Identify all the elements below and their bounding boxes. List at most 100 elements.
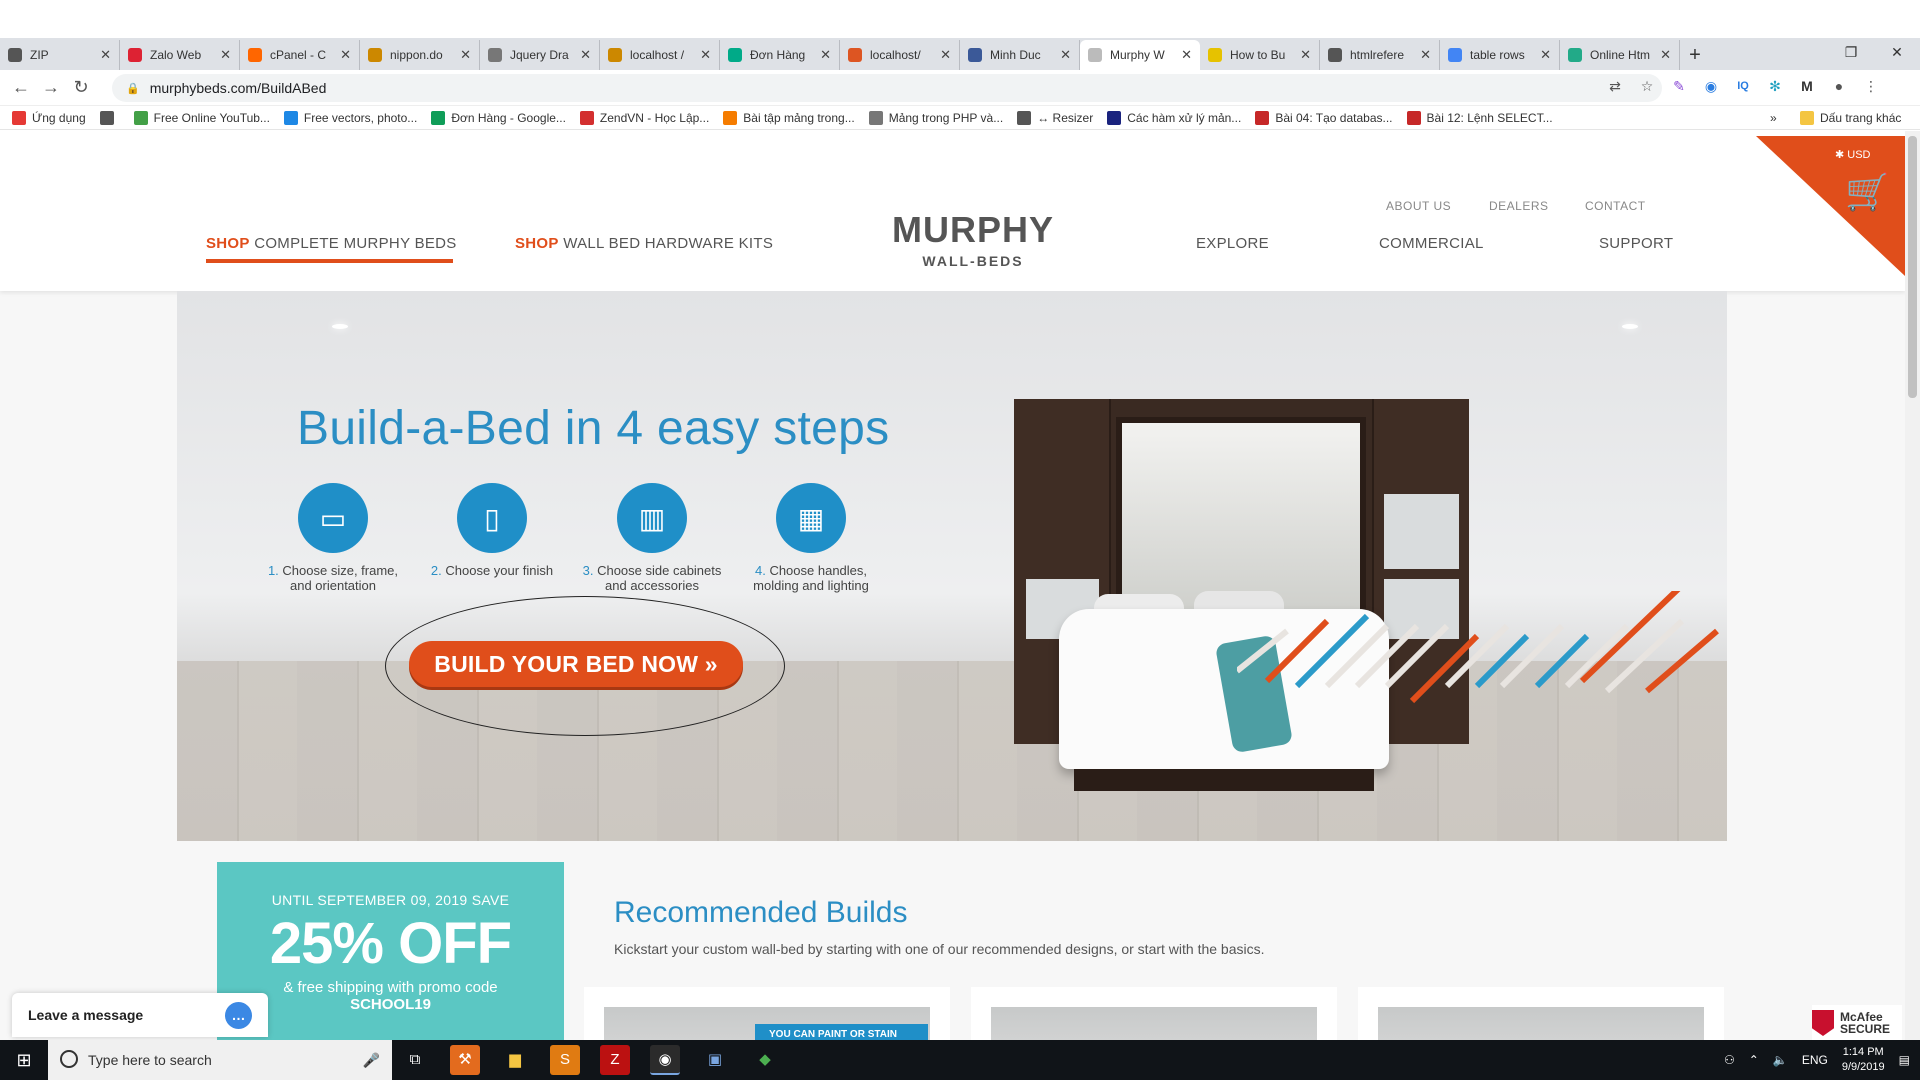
- browser-tab[interactable]: ZIP ✕: [0, 40, 120, 70]
- reload-icon[interactable]: ↻: [66, 77, 96, 98]
- tabs-container: ZIP ✕ Zalo Web ✕ cPanel - C ✕ nippon.do ✕ Jquery…: [0, 40, 1680, 70]
- tab-close-icon[interactable]: ✕: [700, 47, 711, 63]
- chrome-icon[interactable]: ◉: [650, 1045, 680, 1075]
- chat-bubble-icon[interactable]: …: [225, 1002, 252, 1029]
- tab-close-icon[interactable]: ✕: [1300, 47, 1311, 63]
- chat-widget[interactable]: Leave a message …: [12, 993, 268, 1037]
- tab-close-icon[interactable]: ✕: [940, 47, 951, 63]
- people-icon[interactable]: ⚇: [1724, 1053, 1735, 1067]
- browser-tab[interactable]: localhost/ ✕: [840, 40, 960, 70]
- bookmark-item[interactable]: ↔ Resizer: [1017, 110, 1093, 125]
- browser-tab[interactable]: Zalo Web ✕: [120, 40, 240, 70]
- murphy-logo[interactable]: MURPHY WALL-BEDS: [868, 209, 1078, 289]
- bookmark-item[interactable]: [99, 110, 120, 125]
- currency-selector[interactable]: ✱ USD: [1835, 148, 1871, 161]
- tab-close-icon[interactable]: ✕: [460, 47, 471, 63]
- nav-contact[interactable]: CONTACT: [1585, 199, 1646, 213]
- new-tab-button[interactable]: +: [1680, 40, 1710, 70]
- cart-icon[interactable]: 🛒: [1845, 171, 1890, 213]
- tab-close-icon[interactable]: ✕: [1660, 47, 1671, 63]
- notifications-icon[interactable]: ▤: [1899, 1053, 1910, 1067]
- build-your-bed-button[interactable]: BUILD YOUR BED NOW »: [409, 641, 743, 687]
- tab-close-icon[interactable]: ✕: [1420, 47, 1431, 63]
- promo-line1: UNTIL SEPTEMBER 09, 2019 SAVE: [271, 892, 510, 908]
- nav-shop-hardware-kits[interactable]: SHOP WALL BED HARDWARE KITS: [515, 235, 773, 252]
- bookmark-star-icon[interactable]: ☆: [1637, 76, 1657, 96]
- tab-close-icon[interactable]: ✕: [1060, 47, 1071, 63]
- tab-close-icon[interactable]: ✕: [100, 47, 111, 63]
- other-bookmarks[interactable]: Dấu trang khác: [1800, 110, 1901, 125]
- sublime-text-icon[interactable]: S: [550, 1045, 580, 1075]
- volume-icon[interactable]: 🔈: [1773, 1053, 1788, 1067]
- step-3[interactable]: ▥ 3. Choose side cabinets and accessories: [577, 483, 727, 593]
- url-text: murphybeds.com/BuildABed: [149, 80, 327, 96]
- tab-close-icon[interactable]: ✕: [580, 47, 591, 63]
- browser-tab[interactable]: localhost / ✕: [600, 40, 720, 70]
- nav-support[interactable]: SUPPORT: [1599, 235, 1673, 252]
- bookmarks-overflow[interactable]: »: [1770, 111, 1777, 125]
- browser-tab[interactable]: htmlrefere ✕: [1320, 40, 1440, 70]
- language-indicator[interactable]: ENG: [1802, 1053, 1828, 1067]
- translate-icon[interactable]: ⇄: [1605, 76, 1625, 96]
- bookmark-item[interactable]: Các hàm xử lý mản...: [1107, 110, 1241, 125]
- taskbar-search[interactable]: Type here to search 🎤: [48, 1040, 392, 1080]
- bookmark-item[interactable]: Free Online YouTub...: [133, 110, 270, 125]
- clock[interactable]: 1:14 PM 9/9/2019: [1842, 1045, 1885, 1075]
- xampp-icon[interactable]: ⚒: [450, 1045, 480, 1075]
- file-explorer-icon[interactable]: ▆: [500, 1045, 530, 1075]
- windows-start-icon[interactable]: ⊞: [0, 1040, 48, 1080]
- bookmark-item[interactable]: Bài 04: Tạo databas...: [1255, 110, 1393, 125]
- tab-close-icon[interactable]: ✕: [340, 47, 351, 63]
- back-icon[interactable]: ←: [6, 77, 36, 98]
- microphone-icon[interactable]: 🎤: [363, 1052, 380, 1069]
- restore-button[interactable]: ❐: [1828, 38, 1874, 66]
- app-icon[interactable]: ◆: [750, 1045, 780, 1075]
- scrollbar-thumb[interactable]: [1908, 136, 1917, 398]
- iq-extension-icon[interactable]: IQ: [1733, 76, 1753, 96]
- close-window-button[interactable]: ✕: [1874, 38, 1920, 66]
- browser-tab[interactable]: How to Bu ✕: [1200, 40, 1320, 70]
- browser-tab[interactable]: table rows ✕: [1440, 40, 1560, 70]
- browser-tab[interactable]: Minh Duc ✕: [960, 40, 1080, 70]
- nav-explore[interactable]: EXPLORE: [1196, 235, 1269, 252]
- nav-about-us[interactable]: ABOUT US: [1386, 199, 1451, 213]
- profile-avatar-icon[interactable]: ●: [1829, 76, 1849, 96]
- bookmark-item[interactable]: Mảng trong PHP và...: [868, 110, 1003, 125]
- browser-tab[interactable]: Đơn Hàng ✕: [720, 40, 840, 70]
- bookmark-item[interactable]: Bài tập mảng trong...: [723, 110, 855, 125]
- browser-tab[interactable]: Murphy W ✕: [1080, 40, 1200, 70]
- bookmark-item[interactable]: ZendVN - Học Lập...: [579, 110, 709, 125]
- address-bar[interactable]: 🔒 murphybeds.com/BuildABed: [112, 74, 1662, 102]
- nav-commercial[interactable]: COMMERCIAL: [1379, 235, 1484, 252]
- browser-tab[interactable]: Online Htm ✕: [1560, 40, 1680, 70]
- step-4[interactable]: ▦ 4. Choose handles, molding and lighting: [736, 483, 886, 593]
- tab-close-icon[interactable]: ✕: [220, 47, 231, 63]
- react-extension-icon[interactable]: ✻: [1765, 76, 1785, 96]
- bookmark-item[interactable]: Đơn Hàng - Google...: [431, 110, 566, 125]
- task-view-icon[interactable]: ⧉: [400, 1045, 430, 1075]
- browser-tab[interactable]: nippon.do ✕: [360, 40, 480, 70]
- browser-tab[interactable]: cPanel - C ✕: [240, 40, 360, 70]
- tab-close-icon[interactable]: ✕: [820, 47, 831, 63]
- show-hidden-icons[interactable]: ⌃: [1749, 1053, 1759, 1067]
- filezilla-icon[interactable]: Z: [600, 1045, 630, 1075]
- tab-close-icon[interactable]: ✕: [1540, 47, 1551, 63]
- step-2[interactable]: ▯ 2. Choose your finish: [417, 483, 567, 578]
- mcafee-badge[interactable]: McAfee SECURE: [1812, 1005, 1902, 1041]
- bookmark-item[interactable]: Ứng dụng: [12, 110, 86, 125]
- tab-close-icon[interactable]: ✕: [1181, 47, 1192, 63]
- right-cubby-top: [1384, 494, 1459, 569]
- forward-icon[interactable]: →: [36, 77, 66, 98]
- extension-icon[interactable]: ◉: [1701, 76, 1721, 96]
- nav-shop-complete-murphy-beds[interactable]: SHOP COMPLETE MURPHY BEDS: [206, 235, 457, 252]
- pen-extension-icon[interactable]: ✎: [1669, 76, 1689, 96]
- m-extension-icon[interactable]: M: [1797, 76, 1817, 96]
- bookmark-item[interactable]: Bài 12: Lệnh SELECT...: [1406, 110, 1553, 125]
- bookmark-item[interactable]: Free vectors, photo...: [283, 110, 417, 125]
- browser-tab[interactable]: Jquery Dra ✕: [480, 40, 600, 70]
- tab-favicon-icon: [1568, 48, 1582, 62]
- nav-dealers[interactable]: DEALERS: [1489, 199, 1549, 213]
- step-1[interactable]: ▭ 1. Choose size, frame, and orientation: [258, 483, 408, 593]
- remote-desktop-icon[interactable]: ▣: [700, 1045, 730, 1075]
- menu-icon[interactable]: ⋮: [1861, 76, 1881, 96]
